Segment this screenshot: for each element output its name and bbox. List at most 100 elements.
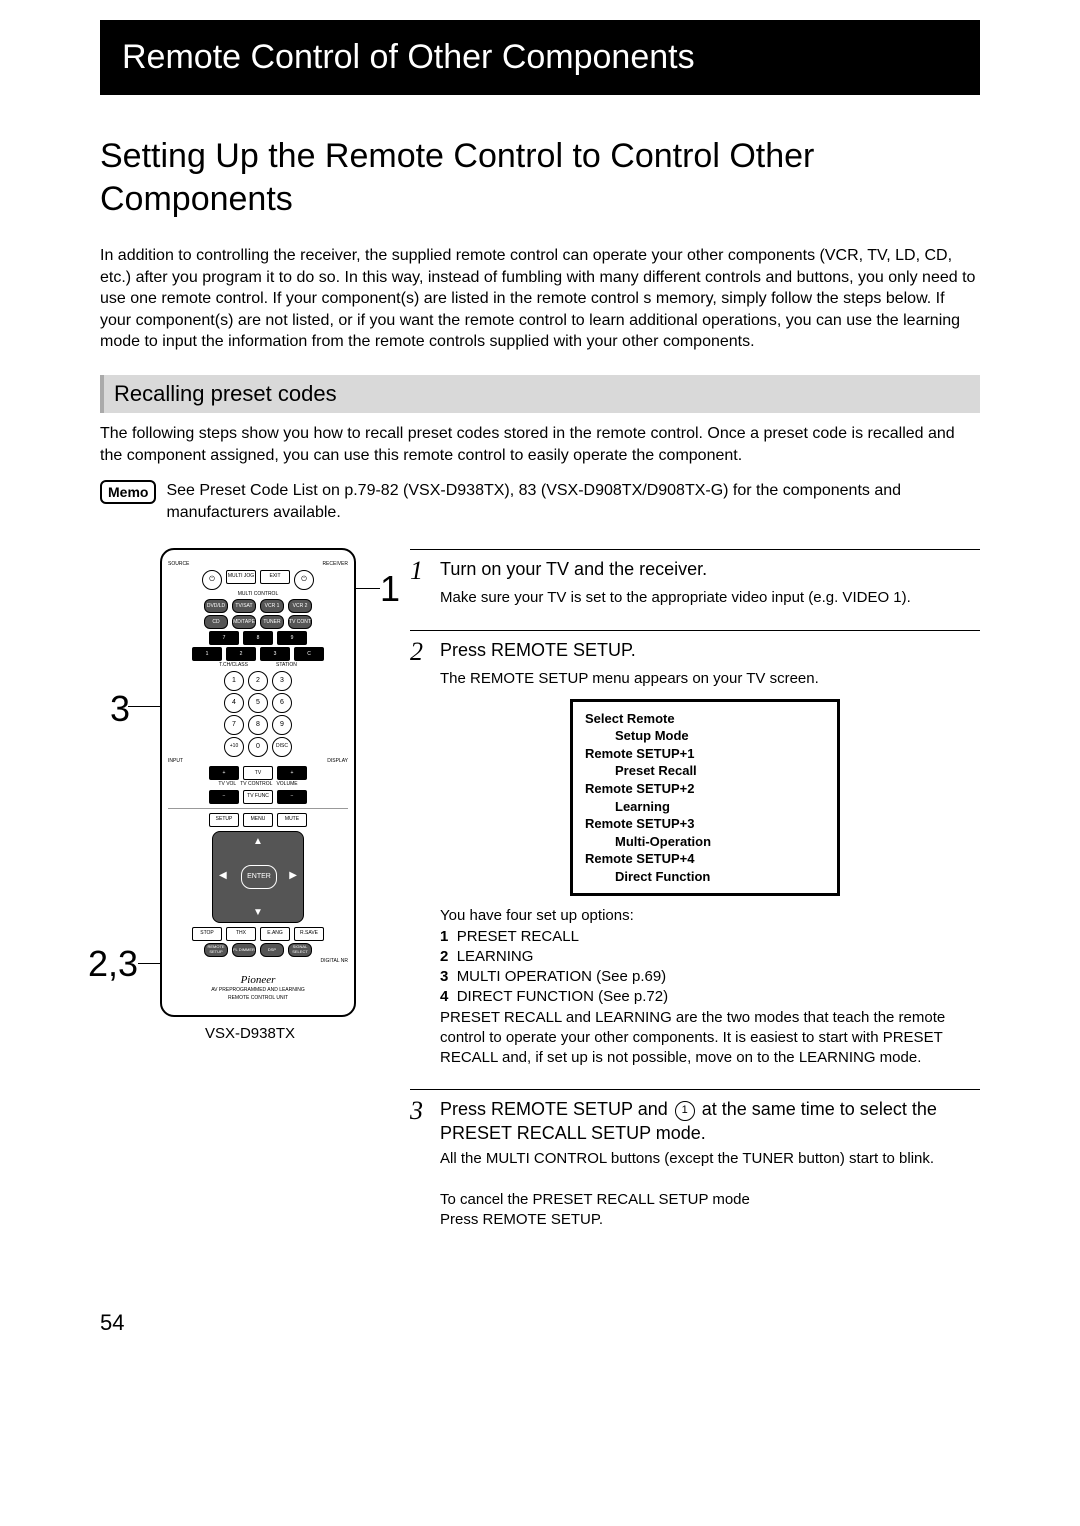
power-source-icon: ⏻ (202, 570, 222, 590)
remote-button: 0 (248, 737, 268, 757)
remote-button: 9 (272, 715, 292, 735)
remote-button: 4 (224, 693, 244, 713)
remote-button: 2 (226, 647, 256, 661)
step-body: The REMOTE SETUP menu appears on your TV… (440, 669, 980, 1069)
remote-button: − (277, 790, 307, 804)
remote-button: 1 (224, 671, 244, 691)
remote-label: T.CH/CLASS (219, 663, 248, 669)
left-arrow-icon: ◀ (219, 870, 227, 881)
remote-button: TV (243, 766, 273, 780)
remote-diagram-column: 1 3 2,3 SOURCERECEIVER ⏻ MULTI JOG EXIT … (100, 548, 380, 1250)
remote-setup-button: REMOTE SETUP (204, 943, 228, 957)
remote-button: 9 (277, 631, 307, 645)
page-number: 54 (100, 1310, 980, 1336)
remote-button: SETUP (209, 813, 239, 827)
remote-button: MENU (243, 813, 273, 827)
remote-button: 5 (248, 693, 268, 713)
remote-label: STATION (276, 663, 297, 669)
down-arrow-icon: ▼ (253, 907, 263, 918)
remote-label: MULTI CONTROL (168, 592, 348, 598)
step-title: Press REMOTE SETUP. (440, 639, 636, 662)
subsection-intro: The following steps show you how to reca… (100, 423, 980, 466)
option-item: 1 PRESET RECALL (440, 927, 980, 947)
step-3: 3 Press REMOTE SETUP and 1 at the same t… (410, 1088, 980, 1230)
remote-button: VCR 1 (260, 599, 284, 613)
step-text: To cancel the PRESET RECALL SETUP mode (440, 1190, 980, 1210)
remote-button: 3 (260, 647, 290, 661)
steps-column: 1 Turn on your TV and the receiver. Make… (410, 548, 980, 1250)
remote-label: DIGITAL NR (168, 959, 348, 965)
chapter-title: Remote Control of Other Components (100, 20, 980, 95)
step-number: 1 (410, 558, 430, 584)
step-title: Press REMOTE SETUP and 1 at the same tim… (440, 1098, 980, 1145)
remote-button: MULTI JOG (226, 570, 256, 584)
remote-button: 6 (272, 693, 292, 713)
remote-illustration: SOURCERECEIVER ⏻ MULTI JOG EXIT ⏻ MULTI … (160, 548, 356, 1017)
remote-label: TV CONTROL (240, 782, 272, 788)
remote-label: TV VOL (218, 782, 236, 788)
callout-1: 1 (380, 568, 400, 610)
osd-line: Setup Mode (585, 727, 825, 745)
remote-button: FL DIMMER (232, 943, 256, 957)
subsection-title: Recalling preset codes (100, 375, 980, 413)
remote-button: MD/TAPE (232, 615, 256, 629)
brand-logo: Pioneer (168, 974, 348, 986)
callout-3: 3 (110, 688, 130, 730)
intro-paragraph: In addition to controlling the receiver,… (100, 245, 980, 353)
up-arrow-icon: ▲ (253, 836, 263, 847)
remote-button: C (294, 647, 324, 661)
remote-button: CD (204, 615, 228, 629)
remote-button: DISC (272, 737, 292, 757)
remote-button: TUNER (260, 615, 284, 629)
remote-fineprint: AV PREPROGRAMMED AND LEARNING (168, 988, 348, 994)
remote-button: SIGNAL SELECT (288, 943, 312, 957)
remote-button: 7 (209, 631, 239, 645)
step-divider (410, 630, 980, 631)
step-divider (410, 549, 980, 550)
remote-label: RECEIVER (322, 562, 348, 568)
remote-button: + (209, 766, 239, 780)
remote-button: 1 (192, 647, 222, 661)
step-number: 2 (410, 639, 430, 665)
enter-button: ENTER (241, 865, 277, 889)
remote-button: VCR 2 (288, 599, 312, 613)
osd-line: Direct Function (585, 868, 825, 886)
remote-button: 8 (243, 631, 273, 645)
remote-button: R.SAVE (294, 927, 324, 941)
remote-button: +10 (224, 737, 244, 757)
power-receiver-icon: ⏻ (294, 570, 314, 590)
remote-button: MUTE (277, 813, 307, 827)
memo-block: Memo See Preset Code List on p.79-82 (VS… (100, 480, 980, 523)
option-item: 2 LEARNING (440, 947, 980, 967)
remote-label: DISPLAY (327, 759, 348, 765)
osd-line: Remote SETUP+1 (585, 745, 825, 763)
step-title: Turn on your TV and the receiver. (440, 558, 707, 581)
step-body: Make sure your TV is set to the appropri… (440, 588, 980, 608)
remote-button: 7 (224, 715, 244, 735)
option-item: 3 MULTI OPERATION (See p.69) (440, 967, 980, 987)
memo-badge: Memo (100, 480, 156, 504)
step-divider (410, 1089, 980, 1090)
osd-line: Learning (585, 798, 825, 816)
callout-2-3: 2,3 (88, 943, 138, 985)
option-item: 4 DIRECT FUNCTION (See p.72) (440, 987, 980, 1007)
remote-button: THX (226, 927, 256, 941)
remote-button: TV/SAT (232, 599, 256, 613)
step-text: The REMOTE SETUP menu appears on your TV… (440, 669, 980, 689)
step-number: 3 (410, 1098, 430, 1124)
osd-screenshot: Select Remote Setup Mode Remote SETUP+1 … (570, 699, 840, 896)
osd-line: Preset Recall (585, 762, 825, 780)
section-title: Setting Up the Remote Control to Control… (100, 135, 980, 220)
remote-button: DSP (260, 943, 284, 957)
remote-button: 8 (248, 715, 268, 735)
remote-model-label: VSX-D938TX (160, 1025, 340, 1042)
right-arrow-icon: ▶ (289, 870, 297, 881)
remote-button: EXIT (260, 570, 290, 584)
osd-line: Remote SETUP+4 (585, 850, 825, 868)
remote-button: + (277, 766, 307, 780)
step-text: Press REMOTE SETUP. (440, 1210, 980, 1230)
step-1: 1 Turn on your TV and the receiver. Make… (410, 548, 980, 608)
remote-button: TV CONT (288, 615, 312, 629)
step-2: 2 Press REMOTE SETUP. The REMOTE SETUP m… (410, 629, 980, 1069)
osd-line: Remote SETUP+2 (585, 780, 825, 798)
